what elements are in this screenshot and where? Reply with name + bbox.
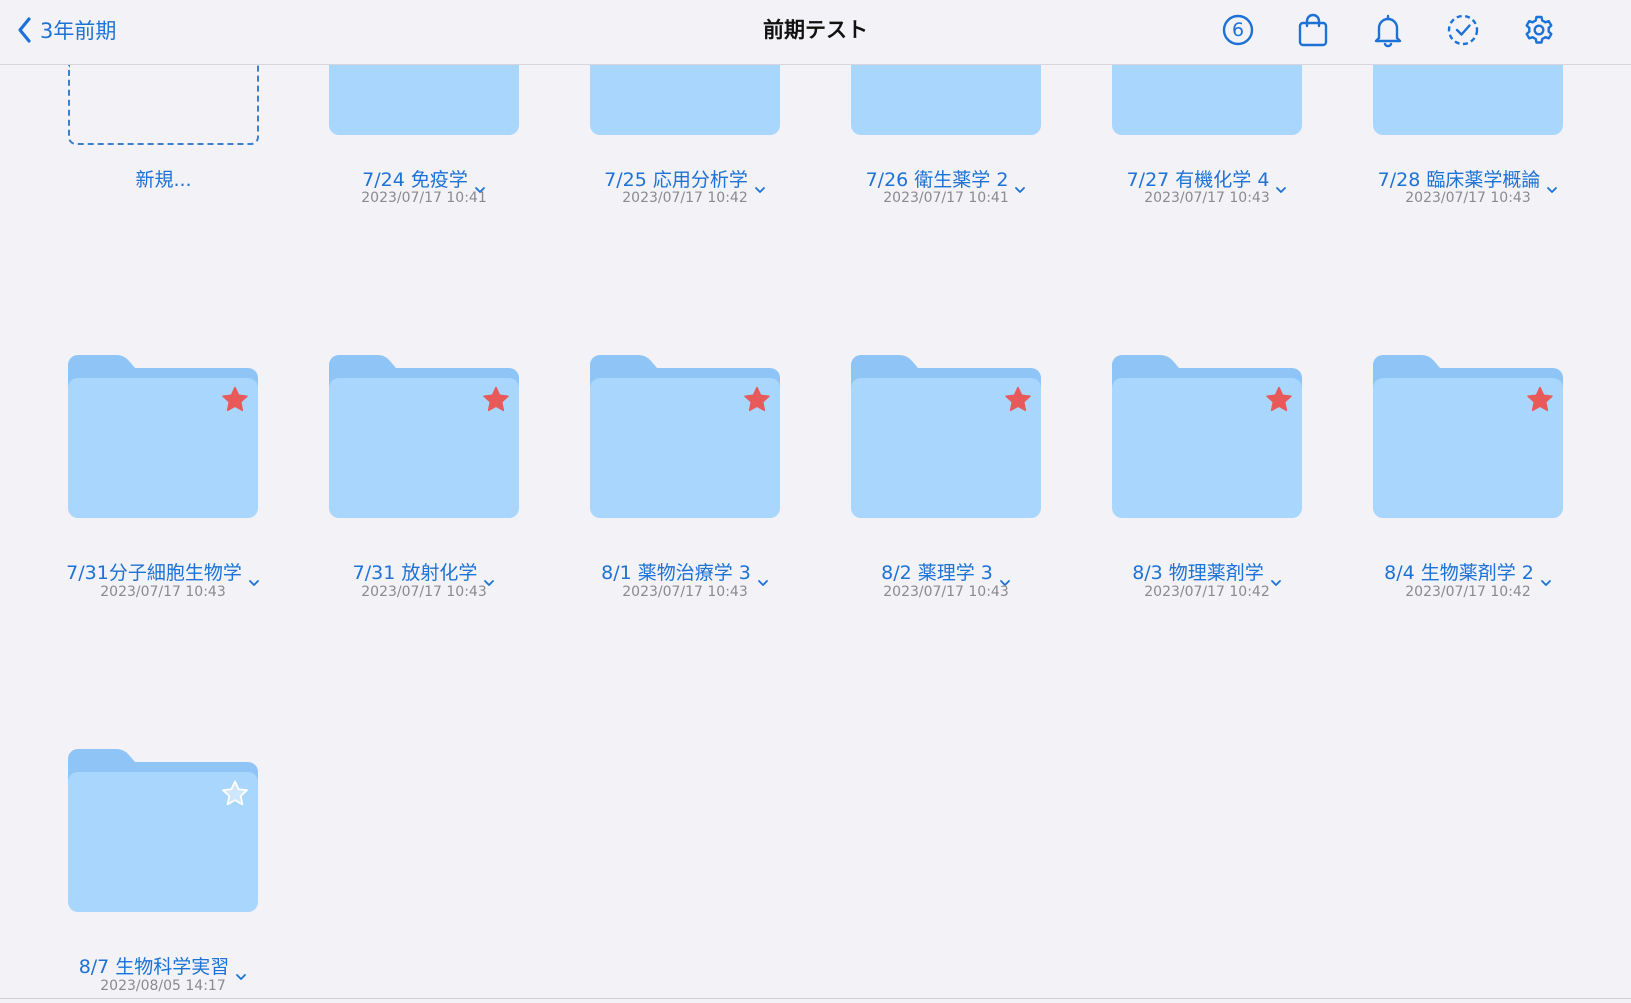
folder-name: 8/4 生物薬剤学 2 — [1384, 562, 1534, 584]
folder-tile[interactable] — [851, 65, 1041, 135]
settings-button[interactable] — [1519, 10, 1559, 50]
folder-icon — [590, 65, 780, 135]
folder-icon — [1112, 355, 1302, 518]
favorite-star[interactable] — [742, 385, 772, 415]
folder-name: 7/31分子細胞生物学 — [66, 562, 242, 584]
chevron-down-icon — [1540, 570, 1552, 586]
store-button[interactable] — [1293, 10, 1333, 50]
navigation-bar: 3年前期 前期テスト 6 — [0, 0, 1631, 65]
folder-name-button[interactable]: 8/4 生物薬剤学 2 — [1303, 558, 1631, 586]
chevron-down-icon — [483, 570, 495, 586]
folder-icon — [851, 355, 1041, 518]
dashed-checkmark-circle-icon — [1447, 14, 1479, 46]
notifications-button[interactable] — [1368, 10, 1408, 50]
favorite-star[interactable] — [1003, 385, 1033, 415]
star-filled-icon — [744, 386, 770, 412]
folder-name: 7/28 臨床薬学概論 — [1377, 169, 1541, 191]
chevron-down-icon — [1014, 177, 1026, 193]
chevron-down-icon — [757, 570, 769, 586]
bottom-divider — [0, 998, 1631, 999]
favorite-star[interactable] — [1525, 385, 1555, 415]
star-filled-icon — [483, 386, 509, 412]
folder-name-button[interactable]: 7/28 臨床薬学概論 — [1303, 165, 1631, 193]
folder-icon — [590, 355, 780, 518]
star-filled-icon — [1005, 386, 1031, 412]
folder-icon — [329, 65, 519, 135]
folder-tile[interactable] — [1112, 65, 1302, 135]
folder-name: 7/31 放射化学 — [352, 562, 478, 584]
shopping-bag-icon — [1298, 13, 1328, 47]
folder-name-button[interactable]: 8/7 生物科学実習 — [0, 952, 328, 980]
folder-name: 8/7 生物科学実習 — [78, 956, 230, 978]
folder-name: 7/26 衛生薬学 2 — [865, 169, 1009, 191]
folder-icon — [851, 65, 1041, 135]
folder-tile[interactable] — [1373, 65, 1563, 135]
folder-name: 7/25 応用分析学 — [604, 169, 748, 191]
gear-icon — [1525, 15, 1553, 44]
chevron-down-icon — [754, 177, 766, 193]
folder-icon — [1373, 65, 1563, 135]
folder-name: 8/1 薬物治療学 3 — [601, 562, 751, 584]
folder-date: 2023/07/17 10:42 — [1405, 584, 1531, 600]
folder-date: 2023/08/05 14:17 — [100, 978, 226, 994]
chevron-down-icon — [999, 570, 1011, 586]
folder-tile[interactable] — [68, 353, 258, 518]
favorite-star[interactable] — [220, 385, 250, 415]
folder-date: 2023/07/17 10:43 — [1405, 190, 1531, 206]
folder-tile[interactable] — [590, 353, 780, 518]
new-folder-label: 新規... — [135, 169, 192, 191]
folder-name: 8/3 物理薬剤学 — [1132, 562, 1264, 584]
chevron-down-icon — [1546, 177, 1558, 193]
folder-name: 7/24 免疫学 — [362, 169, 468, 191]
count-badge-button[interactable]: 6 — [1218, 10, 1258, 50]
folder-name: 7/27 有機化学 4 — [1126, 169, 1270, 191]
folder-tile[interactable] — [68, 747, 258, 912]
folder-icon — [329, 355, 519, 518]
bell-icon — [1374, 14, 1402, 48]
unfavorite-star[interactable] — [220, 779, 250, 809]
folder-icon — [1373, 355, 1563, 518]
folder-tile[interactable] — [1373, 353, 1563, 518]
star-filled-icon — [1527, 386, 1553, 412]
folder-name: 8/2 薬理学 3 — [881, 562, 993, 584]
new-folder-tile[interactable] — [68, 65, 259, 145]
folder-tile[interactable] — [329, 353, 519, 518]
star-outline-icon — [222, 780, 248, 806]
folder-icon — [1112, 65, 1302, 135]
star-filled-icon — [222, 386, 248, 412]
folder-tile[interactable] — [590, 65, 780, 135]
count-badge-number: 6 — [1231, 19, 1245, 41]
folder-tile[interactable] — [329, 65, 519, 135]
chevron-down-icon — [474, 177, 486, 193]
folder-icon — [68, 749, 258, 912]
chevron-down-icon — [235, 964, 247, 980]
chevron-down-icon — [1275, 177, 1287, 193]
chevron-down-icon — [1270, 570, 1282, 586]
folder-grid: 新規... 7/24 免疫学 2023/07/17 10:41 7/25 応用分析… — [0, 65, 1631, 998]
favorite-star[interactable] — [1264, 385, 1294, 415]
favorite-star[interactable] — [481, 385, 511, 415]
select-button[interactable] — [1443, 10, 1483, 50]
folder-tile[interactable] — [851, 353, 1041, 518]
star-filled-icon — [1266, 386, 1292, 412]
folder-tile[interactable] — [1112, 353, 1302, 518]
folder-icon — [68, 355, 258, 518]
